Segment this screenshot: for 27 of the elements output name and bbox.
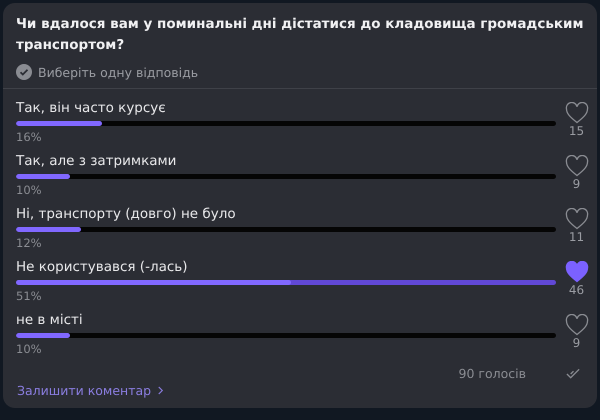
chevron-icon [157, 386, 164, 395]
option-label[interactable]: Не користувався (-лась) [16, 258, 556, 276]
option-label[interactable]: Ні, транспорту (довго) не було [16, 205, 556, 223]
vote-count: 9 [572, 336, 580, 350]
heart-icon[interactable] [564, 314, 588, 336]
option-percent: 16% [16, 130, 43, 144]
option-label[interactable]: не в місті [16, 311, 556, 329]
heart-icon[interactable] [564, 261, 588, 283]
heart-icon[interactable] [564, 208, 588, 230]
vote-count: 15 [568, 124, 584, 138]
vote-count: 9 [572, 177, 580, 191]
option-label[interactable]: Так, він часто курсує [16, 99, 556, 117]
total-votes: 90 голосів [458, 366, 526, 381]
option-label[interactable]: Так, але з затримками [16, 152, 556, 170]
poll-hint: Виберіть одну відповідь [38, 64, 198, 80]
leave-comment-link[interactable]: Залишити коментар [17, 383, 164, 398]
poll-question: Чи вдалося вам у поминальні дні дістатися до кладовища громадським транспортом? [16, 15, 584, 55]
vote-count: 46 [568, 283, 584, 297]
option-percent: 10% [16, 342, 43, 356]
option-percent: 10% [16, 183, 43, 197]
heart-icon[interactable] [564, 155, 588, 177]
checkmark-icon [566, 368, 581, 380]
heart-icon[interactable] [564, 102, 588, 124]
vote-count: 11 [568, 230, 584, 244]
check-icon [16, 64, 32, 80]
option-percent: 12% [16, 236, 43, 250]
option-percent: 51% [16, 289, 43, 303]
